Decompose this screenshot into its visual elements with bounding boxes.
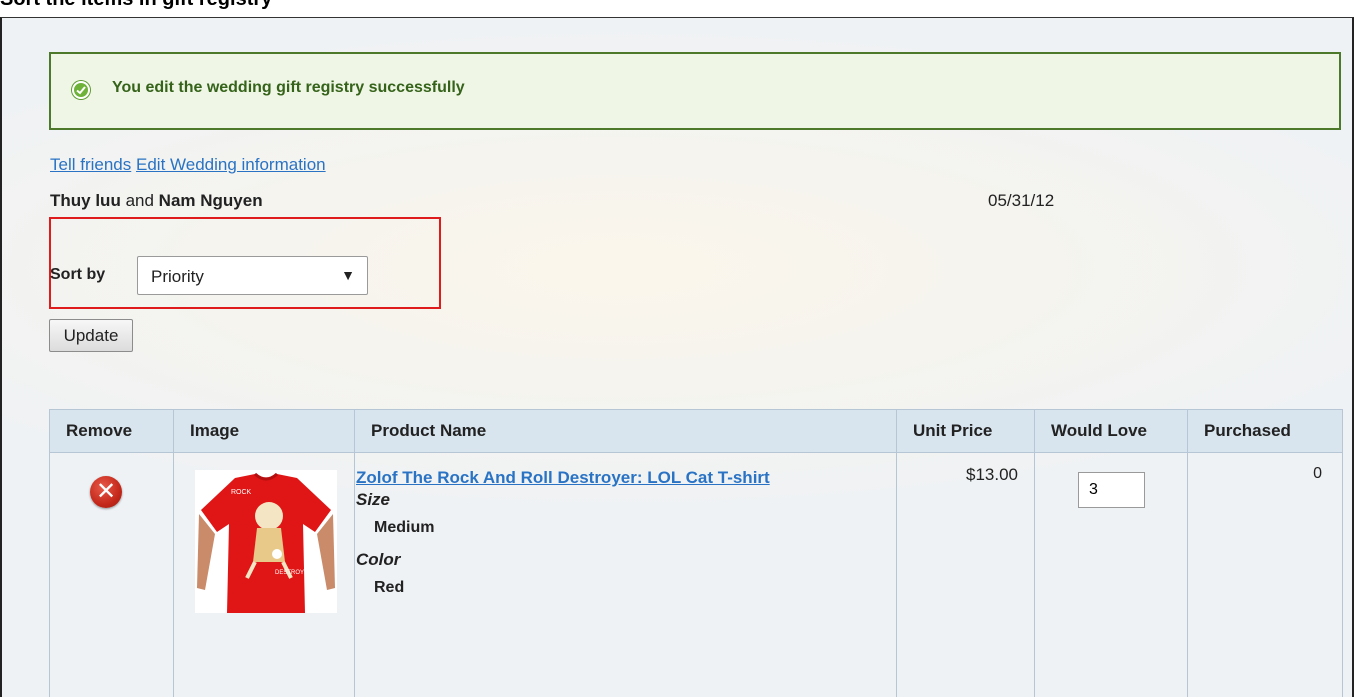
product-name-link[interactable]: Zolof The Rock And Roll Destroyer: LOL C… xyxy=(356,468,770,487)
header-product-name: Product Name xyxy=(355,410,897,453)
dropdown-arrow-icon: ▼ xyxy=(341,267,355,283)
purchased-cell: 0 xyxy=(1188,453,1343,697)
registry-links: Tell friends Edit Wedding information xyxy=(50,155,326,175)
remove-cell: ✕ xyxy=(50,453,174,697)
attribute-color-value: Red xyxy=(374,579,895,597)
header-unit-price: Unit Price xyxy=(897,410,1035,453)
svg-text:ROCK: ROCK xyxy=(231,489,252,496)
check-circle-icon xyxy=(72,81,90,99)
success-message: You edit the wedding gift registry succe… xyxy=(49,52,1341,130)
couple-names: Thuy luu and Nam Nguyen xyxy=(50,191,263,211)
gift-registry-table: Remove Image Product Name Unit Price Wou… xyxy=(49,409,1343,697)
table-header-row: Remove Image Product Name Unit Price Wou… xyxy=(50,410,1343,453)
image-cell: ROCK DESTROYER xyxy=(174,453,355,697)
product-name-cell: Zolof The Rock And Roll Destroyer: LOL C… xyxy=(355,453,897,697)
sort-by-select[interactable]: Priority ▼ xyxy=(137,256,368,295)
sort-by-label: Sort by xyxy=(50,266,105,284)
update-button[interactable]: Update xyxy=(49,319,133,352)
gift-registry-panel: You edit the wedding gift registry succe… xyxy=(0,17,1354,697)
tell-friends-link[interactable]: Tell friends xyxy=(50,155,131,174)
would-love-cell xyxy=(1035,453,1188,697)
would-love-quantity-input[interactable] xyxy=(1078,472,1145,508)
success-message-text: You edit the wedding gift registry succe… xyxy=(112,79,465,97)
unit-price-cell: $13.00 xyxy=(897,453,1035,697)
header-would-love: Would Love xyxy=(1035,410,1188,453)
partner-one-name: Thuy luu xyxy=(50,191,121,210)
edit-wedding-information-link[interactable]: Edit Wedding information xyxy=(136,155,326,174)
header-image: Image xyxy=(174,410,355,453)
attribute-size-label: Size xyxy=(356,490,895,510)
and-text: and xyxy=(126,191,154,210)
product-image[interactable]: ROCK DESTROYER xyxy=(195,470,337,613)
header-remove: Remove xyxy=(50,410,174,453)
sort-selected-value: Priority xyxy=(151,267,204,287)
document-heading: Sort the items in gift registry xyxy=(0,0,272,11)
remove-item-icon[interactable]: ✕ xyxy=(90,476,122,508)
svg-text:DESTROYER: DESTROYER xyxy=(275,570,313,576)
header-purchased: Purchased xyxy=(1188,410,1343,453)
wedding-date: 05/31/12 xyxy=(988,191,1054,211)
table-row: ✕ ROCK DESTROYER xyxy=(50,453,1343,697)
attribute-size-value: Medium xyxy=(374,519,895,537)
attribute-color-label: Color xyxy=(356,550,895,570)
partner-two-name: Nam Nguyen xyxy=(159,191,263,210)
